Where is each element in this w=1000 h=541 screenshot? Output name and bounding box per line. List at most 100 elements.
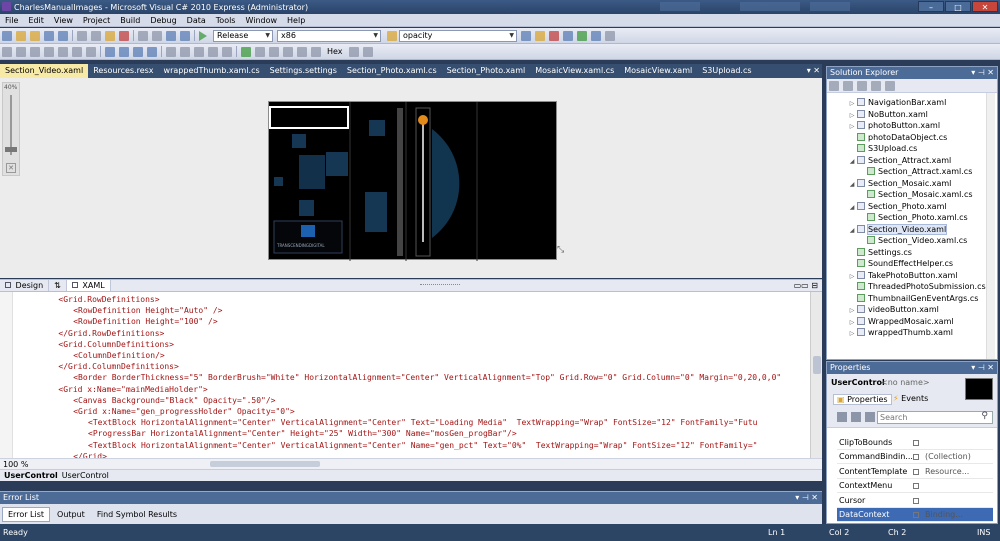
editor-vertical-scrollbar[interactable]	[810, 292, 822, 458]
solution-item[interactable]: ▷ wrappedThumb.xaml	[847, 327, 953, 338]
uncomment-icon[interactable]	[119, 46, 129, 57]
property-row[interactable]: DataContext Binding...	[837, 508, 993, 522]
expand-arrow-icon[interactable]: ▷	[847, 328, 857, 339]
error-list-tab[interactable]: Find Symbol Results	[92, 508, 182, 521]
solution-item[interactable]: ▷ NavigationBar.xaml	[847, 97, 946, 108]
solution-item[interactable]: Section_Mosaic.xaml.cs	[857, 189, 973, 200]
property-marker-icon[interactable]	[913, 440, 919, 446]
copy-icon[interactable]	[91, 30, 101, 41]
refresh-icon[interactable]	[857, 80, 867, 91]
solution-item[interactable]: Section_Attract.xaml.cs	[857, 166, 972, 177]
toolbar-overflow-icon[interactable]	[362, 46, 373, 57]
bookmark-icon[interactable]	[194, 46, 204, 57]
align-center-icon[interactable]	[16, 46, 26, 57]
property-row[interactable]: ClipToBounds	[837, 436, 993, 450]
outdent-icon[interactable]	[147, 46, 157, 57]
doc-tab[interactable]: wrappedThumb.xaml.cs	[159, 64, 265, 78]
tab-dropdown-icon[interactable]: ▾ ✕	[807, 66, 820, 75]
menu-tools[interactable]: Tools	[211, 14, 241, 27]
new-project-icon[interactable]	[2, 30, 12, 41]
property-value[interactable]: Resource...	[925, 465, 969, 479]
fit-zoom-icon[interactable]: ✕	[6, 163, 16, 173]
step-out-icon[interactable]	[311, 46, 321, 57]
panel-controls-icon[interactable]: ▾ ⊣ ✕	[795, 492, 818, 504]
property-value[interactable]: (Collection)	[925, 450, 971, 464]
menu-file[interactable]: File	[0, 14, 23, 27]
tab-events[interactable]: ⚡ Events	[893, 394, 928, 403]
alphabetical-icon[interactable]	[851, 412, 861, 422]
find-in-files-icon[interactable]	[387, 30, 397, 41]
align-left-icon[interactable]	[2, 46, 12, 57]
view-code-icon[interactable]	[871, 80, 881, 91]
make-same-size-icon[interactable]	[86, 46, 96, 57]
minimize-button[interactable]: –	[918, 1, 944, 12]
property-row[interactable]: ContextMenu	[837, 479, 993, 494]
show-all-files-icon[interactable]	[843, 80, 853, 91]
horizontal-scroll-thumb[interactable]	[210, 461, 320, 467]
editor-zoom[interactable]: 100 %	[0, 460, 40, 469]
solution-item[interactable]: S3Upload.cs	[847, 143, 917, 154]
navigate-forward-icon[interactable]	[180, 30, 190, 41]
solution-item[interactable]: ThumbnailGenEventArgs.cs	[847, 293, 978, 304]
usercontrol-canvas[interactable]: TRANSCENDINGDIGITAL	[268, 101, 557, 261]
breakpoint-icon[interactable]	[208, 46, 218, 57]
property-marker-icon[interactable]	[913, 512, 919, 518]
solution-item[interactable]: SoundEffectHelper.cs	[847, 258, 953, 269]
solution-item[interactable]: Settings.cs	[847, 247, 912, 258]
navigate-back-icon[interactable]	[166, 30, 176, 41]
expand-arrow-icon[interactable]: ◢	[847, 179, 857, 190]
error-list-tab[interactable]: Output	[52, 508, 90, 521]
properties-search-input[interactable]	[877, 411, 993, 424]
solution-item[interactable]: ▷ NoButton.xaml	[847, 109, 928, 120]
menu-view[interactable]: View	[49, 14, 78, 27]
undo-icon[interactable]	[138, 30, 148, 41]
zoom-slider[interactable]: 40% ✕	[2, 82, 20, 176]
redo-icon[interactable]	[152, 30, 162, 41]
step-into-icon[interactable]	[283, 46, 293, 57]
split-view-icon[interactable]	[180, 46, 190, 57]
property-value[interactable]: Binding...	[925, 508, 963, 522]
solution-item[interactable]: ▷ WrappedMosaic.xaml	[847, 316, 954, 327]
indent-icon[interactable]	[133, 46, 143, 57]
doc-tab[interactable]: Resources.resx	[88, 64, 158, 78]
scroll-thumb[interactable]	[813, 356, 821, 374]
solution-item[interactable]: ◢ Section_Photo.xaml	[847, 201, 947, 212]
properties-icon[interactable]	[829, 80, 839, 91]
panel-controls-icon[interactable]: ▾ ⊣ ✕	[971, 362, 994, 374]
align-middle-icon[interactable]	[58, 46, 68, 57]
solution-item[interactable]: ▷ photoButton.xaml	[847, 120, 940, 131]
doc-tab[interactable]: Section_Photo.xaml	[442, 64, 531, 78]
solution-item[interactable]: Section_Photo.xaml.cs	[857, 212, 968, 223]
solution-item[interactable]: Section_Video.xaml.cs	[857, 235, 967, 246]
window-layout-icon[interactable]	[166, 46, 176, 57]
pane-layout-icon[interactable]: ▭▭ ⊟	[794, 281, 818, 290]
maximize-button[interactable]: □	[945, 1, 971, 12]
doc-tab[interactable]: S3Upload.cs	[697, 64, 756, 78]
align-right-icon[interactable]	[30, 46, 40, 57]
menu-data[interactable]: Data	[182, 14, 211, 27]
solution-item[interactable]: ThreadedPhotoSubmission.cs	[847, 281, 986, 292]
xaml-code-editor[interactable]: <Grid.RowDefinitions> <RowDefinition Heig…	[0, 292, 810, 458]
save-all-icon[interactable]	[58, 30, 68, 41]
property-row[interactable]: ContentTemplate Resource...	[837, 465, 993, 479]
solution-platform-dropdown[interactable]: x86 ▼	[277, 29, 381, 42]
step-over-icon[interactable]	[297, 46, 307, 57]
open-file-icon[interactable]	[30, 30, 40, 41]
toolbar-options-icon[interactable]	[605, 30, 615, 41]
doc-tab[interactable]: Section_Video.xaml	[0, 64, 89, 78]
property-marker-icon[interactable]	[913, 497, 919, 504]
swap-panes-button[interactable]: ⇅	[49, 280, 67, 291]
tab-design[interactable]: Design	[0, 280, 50, 291]
continue-icon[interactable]	[241, 46, 251, 57]
extension-manager-icon[interactable]	[591, 30, 601, 41]
property-row[interactable]: CommandBindin... (Collection)	[837, 450, 993, 465]
error-list-tab[interactable]: Error List	[2, 507, 51, 522]
solution-item[interactable]: ◢ Section_Mosaic.xaml	[847, 178, 951, 189]
view-designer-icon[interactable]	[885, 80, 895, 91]
doc-tab[interactable]: MosaicView.xaml.cs	[530, 64, 619, 78]
break-all-icon[interactable]	[255, 46, 265, 57]
paste-icon[interactable]	[105, 30, 115, 41]
menu-window[interactable]: Window	[240, 14, 282, 27]
cut-icon[interactable]	[77, 30, 87, 41]
close-button[interactable]: ✕	[972, 1, 998, 12]
